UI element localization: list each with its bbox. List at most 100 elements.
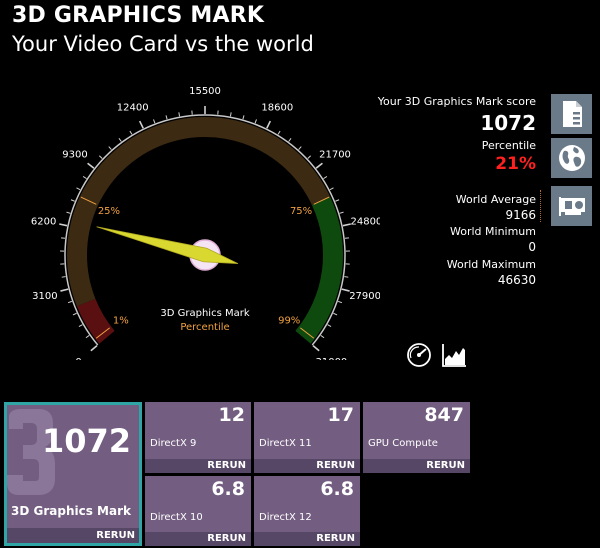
tile-label: DirectX 9 [150, 438, 197, 449]
gauge-minor-tick [329, 187, 334, 191]
gauge-minor-tick [70, 199, 75, 202]
gauge-major-tick [59, 223, 68, 227]
gauge-major-tick [60, 288, 69, 292]
rerun-button[interactable]: RERUN [254, 459, 360, 473]
globe-button[interactable] [551, 138, 592, 178]
gauge-minor-tick [108, 146, 112, 150]
gauge-minor-tick [333, 312, 338, 316]
tile-value: 17 [327, 404, 354, 426]
gauge-tick-label: 21700 [319, 149, 351, 160]
gauge-icon[interactable] [405, 341, 433, 369]
gauge-tick-label: 3100 [32, 291, 57, 302]
world-minimum-label: World Minimum [450, 225, 536, 238]
gauge-tick-label: 0 [75, 357, 81, 360]
rerun-button[interactable]: RERUN [363, 459, 470, 473]
tile-label: DirectX 11 [259, 438, 312, 449]
gauge-percentile-label: 1% [113, 315, 129, 326]
gauge-tick-label: 31000 [315, 357, 347, 360]
tile-gpu-compute[interactable]: 847 GPU Compute RERUN [363, 402, 470, 473]
world-average-value: 9166 [505, 208, 536, 222]
gauge-tick-label: 6200 [31, 217, 56, 228]
tile-directx9[interactable]: 12 DirectX 9 RERUN [145, 402, 251, 473]
world-minimum-value: 0 [528, 240, 536, 254]
tile-directx11[interactable]: 17 DirectX 11 RERUN [254, 402, 360, 473]
tile-value: 6.8 [211, 478, 245, 500]
tile-directx10[interactable]: 6.8 DirectX 10 RERUN [145, 476, 251, 546]
gauge-minor-tick [85, 335, 90, 339]
gauge-minor-tick [242, 115, 245, 120]
gauge-minor-tick [320, 335, 325, 339]
document-button[interactable] [551, 94, 592, 134]
gauge-minor-tick [76, 187, 81, 191]
gauge-tick-label: 15500 [189, 86, 221, 97]
gauge-tick-label: 9300 [62, 149, 87, 160]
gauge-minor-tick [61, 276, 66, 278]
gauge-tick-label: 27900 [349, 291, 380, 302]
gauge-minor-tick [229, 112, 232, 117]
main-tile-rerun-button[interactable]: RERUN [7, 528, 139, 543]
gauge-minor-tick [153, 119, 156, 124]
world-maximum-label: World Maximum [446, 258, 536, 271]
percentile-value: 21% [495, 154, 536, 174]
rerun-button[interactable]: RERUN [254, 532, 360, 546]
rerun-button[interactable]: RERUN [145, 532, 251, 546]
gauge-minor-tick [129, 130, 133, 135]
gauge-minor-tick [165, 115, 168, 120]
gauge-center-title: 3D Graphics Mark [160, 308, 249, 319]
tile-value: 12 [218, 404, 245, 426]
gauge-minor-tick [337, 300, 343, 304]
gauge-percentile-label: 99% [278, 315, 300, 326]
gauge-minor-tick [339, 211, 344, 214]
gauge-minor-tick [323, 176, 328, 180]
tile-directx12[interactable]: 6.8 DirectX 12 RERUN [254, 476, 360, 546]
gauge-minor-tick [335, 199, 340, 202]
world-maximum-value: 46630 [497, 273, 536, 287]
main-tile-3d-graphics-mark[interactable]: 1072 3D Graphics Mark RERUN [4, 402, 142, 546]
gauge-percentile-label: 25% [98, 206, 120, 217]
score-value: 1072 [480, 111, 536, 135]
gauge-tick-label: 24800 [350, 217, 380, 228]
gauge-minor-tick [254, 119, 257, 124]
gauge-arc-high [295, 196, 343, 344]
gauge-minor-tick [344, 276, 349, 278]
gauge-major-tick [90, 345, 98, 352]
main-tile-value: 1072 [41, 422, 131, 460]
gauge-major-tick [312, 345, 320, 352]
gauge-major-tick [138, 120, 144, 129]
gauge-major-tick [87, 162, 95, 169]
gauge-minor-tick [98, 155, 103, 159]
gauge-minor-tick [298, 146, 302, 150]
world-average-label: World Average [455, 193, 536, 206]
tile-value: 6.8 [320, 478, 354, 500]
tile-value: 847 [424, 404, 464, 426]
tile-label: GPU Compute [368, 438, 438, 449]
gauge-tick-label: 18600 [261, 103, 293, 114]
gauge-minor-tick [178, 112, 181, 117]
gauge-minor-tick [66, 211, 71, 214]
gauge-minor-tick [118, 137, 122, 142]
gauge-minor-tick [72, 312, 77, 316]
graphics-card-icon [558, 197, 585, 216]
score-gauge: 0 3100 6200 9300 12400 15500 18600 21700 24800 27… [31, 86, 380, 360]
tile-label: DirectX 10 [150, 512, 203, 523]
gauge-minor-tick [67, 300, 73, 304]
gauge-major-tick [266, 120, 272, 129]
gauge-percentile-label: 75% [290, 206, 312, 217]
graphics-card-button[interactable] [551, 186, 592, 226]
gauge-minor-tick [288, 137, 292, 142]
rerun-button[interactable]: RERUN [145, 459, 251, 473]
percentile-label: Percentile [481, 139, 536, 152]
score-label: Your 3D Graphics Mark score [377, 95, 536, 108]
divider-dotted [540, 190, 541, 222]
gauge-minor-tick [78, 324, 83, 328]
gauge-arc-low [76, 298, 115, 344]
gauge-minor-tick [327, 324, 332, 328]
gauge-tick-label: 12400 [117, 103, 149, 114]
gauge-center-subtitle: Percentile [180, 322, 229, 333]
gauge-minor-tick [307, 155, 312, 159]
tile-label: DirectX 12 [259, 512, 312, 523]
chart-icon[interactable] [440, 341, 468, 369]
globe-icon [558, 145, 585, 171]
gauge-minor-tick [82, 176, 87, 180]
gauge-major-tick [315, 162, 323, 169]
